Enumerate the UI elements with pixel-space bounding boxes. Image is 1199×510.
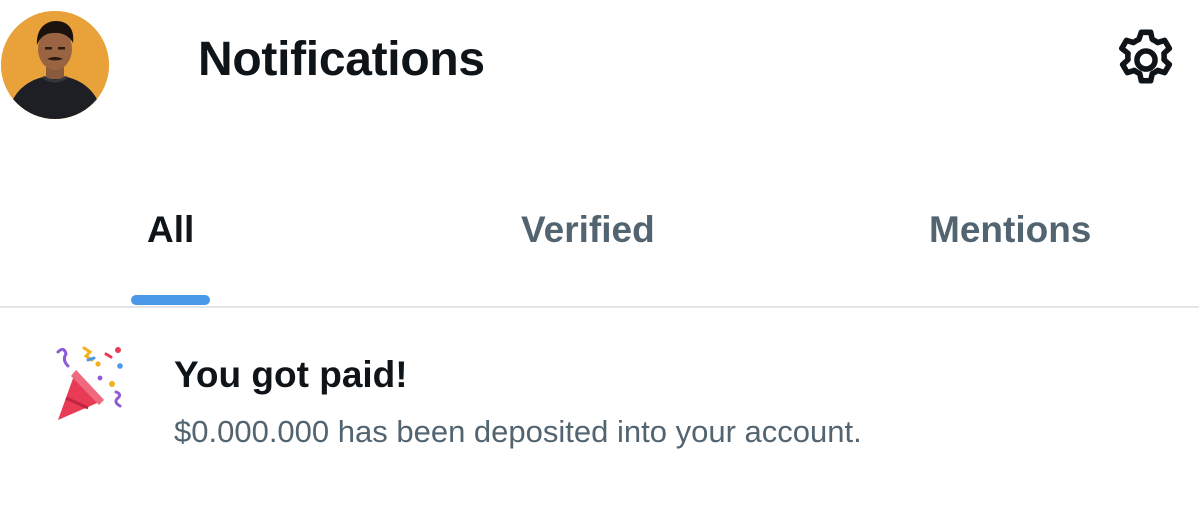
profile-photo-icon (1, 11, 109, 119)
notification-title: You got paid! (174, 354, 408, 395)
tab-all-label: All (147, 209, 195, 250)
notification-body: $0.000.000 has been deposited into your … (174, 414, 862, 449)
settings-button[interactable] (1108, 22, 1184, 98)
tab-verified-label: Verified (521, 209, 655, 250)
party-popper-icon (50, 344, 134, 428)
notifications-screen: Notifications All Verified Mentions You … (0, 0, 1199, 510)
gear-icon (1119, 29, 1173, 84)
selected-tab-indicator (131, 295, 210, 305)
tab-all[interactable]: All (60, 185, 290, 307)
notification-item[interactable]: You got paid! $0.000.000 has been deposi… (0, 308, 1199, 510)
page-title: Notifications (198, 33, 485, 86)
tab-mentions-label: Mentions (929, 209, 1092, 250)
tab-verified[interactable]: Verified (470, 185, 720, 307)
tab-bar: All Verified Mentions (0, 185, 1199, 307)
tab-mentions[interactable]: Mentions (880, 185, 1160, 307)
header: Notifications (0, 0, 1199, 125)
avatar[interactable] (1, 11, 109, 119)
